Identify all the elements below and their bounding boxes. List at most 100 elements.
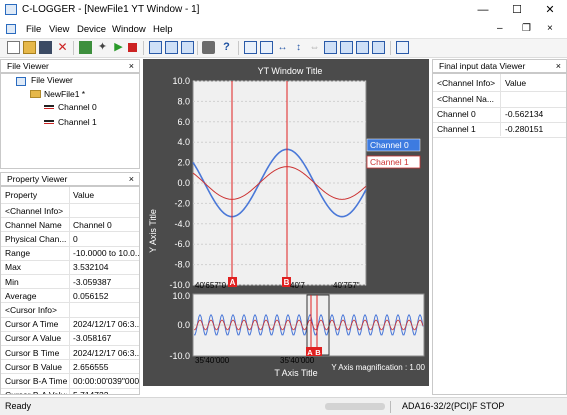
file-viewer-tree: File Viewer NewFile1 * Channel 0 Channel… <box>0 73 140 169</box>
cursor-b-icon[interactable] <box>372 41 385 54</box>
final-viewer-grid: <Channel Info> Value <Channel Na... Chan… <box>432 73 567 395</box>
new-file-icon[interactable] <box>7 41 20 54</box>
final-row-name: Channel 1 <box>437 124 476 134</box>
property-header-value: Value <box>73 190 95 200</box>
status-separator <box>390 401 391 413</box>
minimize-button[interactable]: — <box>466 0 500 20</box>
y-tick-label: 10.0 <box>172 76 190 86</box>
column-divider <box>69 187 70 394</box>
file-viewer-title: File Viewer <box>7 61 49 71</box>
tile-horizontal-icon[interactable] <box>165 41 178 54</box>
title-bar: C-LOGGER - [NewFile1 YT Window - 1] — ☐ … <box>0 0 567 20</box>
final-viewer-title: Final input data Viewer <box>439 61 526 71</box>
final-row-value: -0.562134 <box>505 109 544 119</box>
final-viewer-close-icon[interactable]: × <box>556 60 561 72</box>
overview-y-tick: -10.0 <box>169 351 190 361</box>
final-header-name: <Channel Info> <box>437 78 496 88</box>
y-axis-title: Y Axis Title <box>148 209 158 253</box>
toolbar-separator <box>143 41 144 55</box>
cursor-b-label: B <box>284 278 290 287</box>
cascade-icon[interactable] <box>149 41 162 54</box>
export-icon[interactable] <box>396 41 409 54</box>
final-viewer-header: Final input data Viewer × <box>432 59 567 73</box>
toolbar-separator <box>390 41 391 55</box>
overview-x-tick: 35'40'000 <box>280 356 315 365</box>
help-icon[interactable]: ? <box>220 41 233 54</box>
y-tick-label: -2.0 <box>174 198 190 208</box>
channel-icon <box>44 120 54 122</box>
property-viewer-close-icon[interactable]: × <box>129 173 134 185</box>
child-restore-button[interactable]: ❐ <box>522 23 531 34</box>
y-tick-label: -8.0 <box>174 260 190 270</box>
device-status: ADA16-32/2(PCI)F STOP <box>402 401 505 411</box>
property-viewer-title: Property Viewer <box>7 174 68 184</box>
final-row-name: Channel 0 <box>437 109 476 119</box>
toolbar-separator <box>197 41 198 55</box>
y-tick-label: -6.0 <box>174 239 190 249</box>
final-row-name: <Channel Na... <box>437 94 494 104</box>
overview-x-tick: 35'40'000 <box>195 356 230 365</box>
yt-window: YT Window Title Y Axis Title T Axis Titl… <box>143 59 429 386</box>
child-minimize-button[interactable]: – <box>497 23 503 34</box>
x-tick-label: 40'757" <box>333 281 360 290</box>
menu-help[interactable]: Help <box>153 24 173 35</box>
device-connect-icon[interactable] <box>79 41 92 54</box>
close-button[interactable]: ✕ <box>533 0 567 20</box>
y-tick-label: 6.0 <box>177 117 190 127</box>
final-header-value: Value <box>505 78 527 88</box>
tree-channel-1[interactable]: Channel 1 <box>58 115 97 131</box>
menu-view[interactable]: View <box>49 24 69 35</box>
channel-icon <box>44 105 54 107</box>
child-close-button[interactable]: × <box>547 23 553 34</box>
wand-icon[interactable]: ✦ <box>96 41 109 54</box>
cursor-a-label: A <box>230 278 236 287</box>
print-icon[interactable] <box>202 41 215 54</box>
menu-window[interactable]: Window <box>112 24 146 35</box>
y-tick-label: 0.0 <box>177 178 190 188</box>
y-magnification: Y Axis magnification : 1.00 <box>331 363 425 372</box>
status-text: Ready <box>5 401 32 411</box>
tree-channel-0[interactable]: Channel 0 <box>58 100 97 116</box>
scroll-left-icon[interactable] <box>324 41 337 54</box>
move-icon[interactable]: ⇔ <box>308 41 321 54</box>
open-folder-icon[interactable] <box>23 41 36 54</box>
x-axis-title: T Axis Title <box>274 368 317 378</box>
status-progress <box>325 403 385 410</box>
status-bar: Ready ADA16-32/2(PCI)F STOP <box>0 397 567 415</box>
window-title: C-LOGGER - [NewFile1 YT Window - 1] <box>22 4 200 15</box>
zoom-in-icon[interactable] <box>260 41 273 54</box>
menu-file[interactable]: File <box>26 24 41 35</box>
stop-icon[interactable] <box>128 43 137 52</box>
app-icon <box>5 4 17 15</box>
legend-channel-0-label: Channel 0 <box>370 140 409 150</box>
y-tick-label: -4.0 <box>174 219 190 229</box>
delete-icon[interactable]: ✕ <box>56 41 69 54</box>
zoom-fit-icon[interactable] <box>244 41 257 54</box>
file-viewer-close-icon[interactable]: × <box>129 60 134 72</box>
scroll-right-icon[interactable] <box>340 41 353 54</box>
chart-svg: YT Window Title Y Axis Title T Axis Titl… <box>148 66 426 378</box>
start-icon[interactable]: ▶ <box>112 41 125 54</box>
x-tick-label: 40'657"0 <box>195 281 227 290</box>
property-header-name: Property <box>5 190 38 200</box>
y-tick-label: 2.0 <box>177 158 190 168</box>
save-icon[interactable] <box>39 41 52 54</box>
expand-horizontal-icon[interactable]: ↔ <box>276 41 289 54</box>
menu-device[interactable]: Device <box>77 24 106 35</box>
expand-vertical-icon[interactable]: ↕ <box>292 41 305 54</box>
property-name: Cursor B-A Value <box>5 388 67 394</box>
tile-vertical-icon[interactable] <box>181 41 194 54</box>
column-divider <box>500 74 501 136</box>
maximize-button[interactable]: ☐ <box>500 0 534 20</box>
channel-icon-accent <box>44 108 54 109</box>
legend-channel-1-label: Channel 1 <box>370 157 409 167</box>
y-tick-label: -10.0 <box>169 280 190 290</box>
cursor-a-icon[interactable] <box>356 41 369 54</box>
x-tick-label: 40'7 <box>290 281 305 290</box>
toolbar-separator <box>73 41 74 55</box>
file-viewer-header: File Viewer × <box>0 59 140 73</box>
property-viewer-grid: Property Value <Channel Info> Channel Nam… <box>0 186 140 395</box>
toolbar-separator <box>238 41 239 55</box>
doc-icon <box>6 24 16 34</box>
y-tick-label: 8.0 <box>177 96 190 106</box>
